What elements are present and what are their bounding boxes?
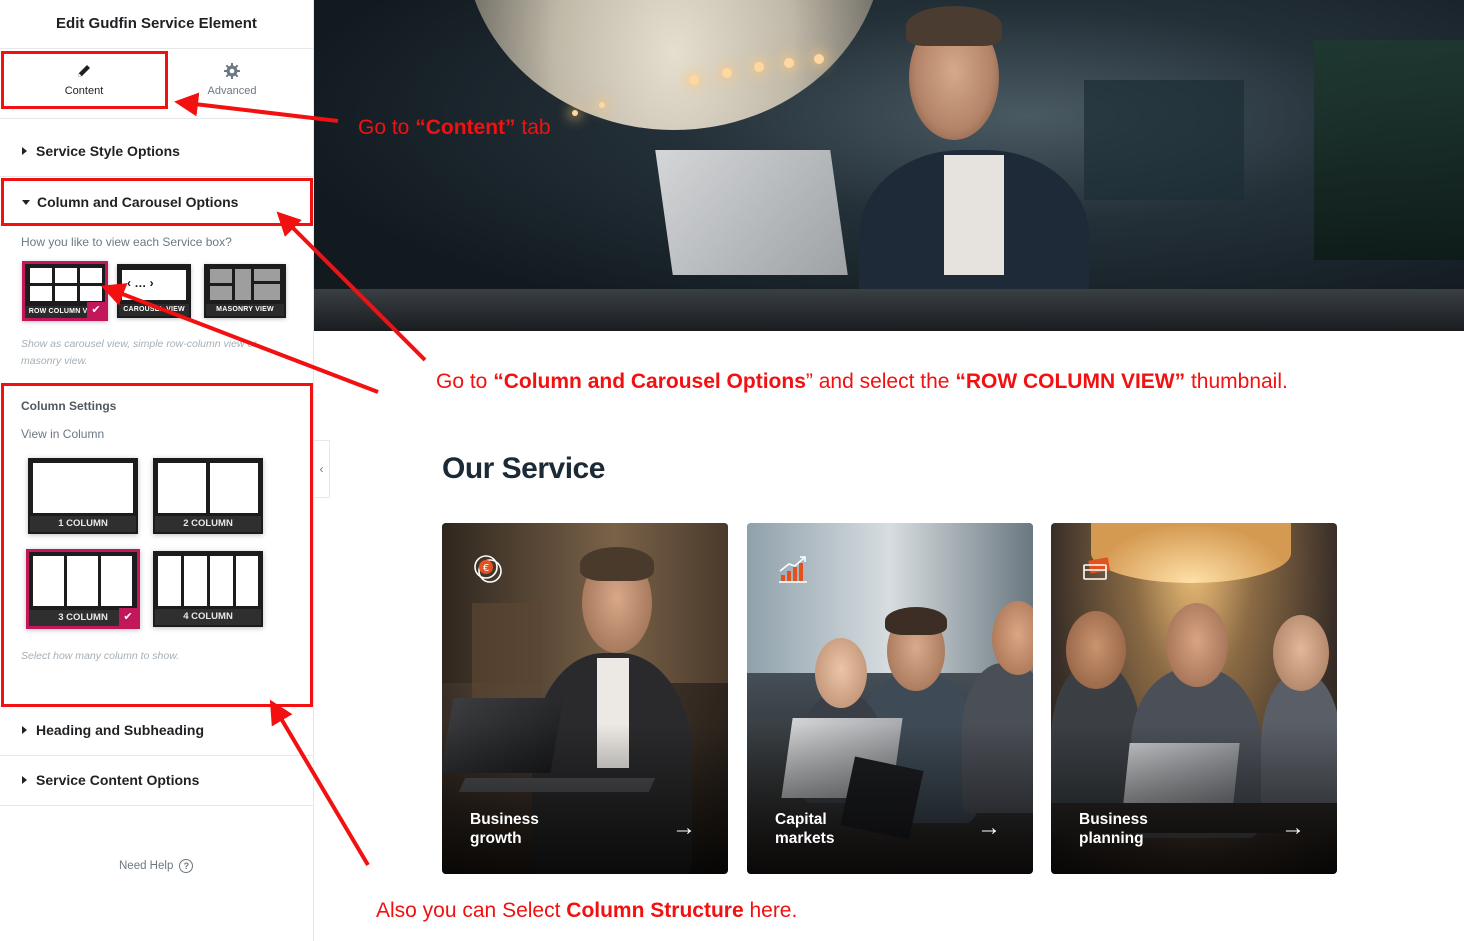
divider: [0, 118, 313, 119]
need-help-label: Need Help: [119, 860, 174, 872]
annotation-note-content-tab: Go to “Content” tab: [358, 116, 551, 139]
view-option-row-column[interactable]: ROW COLUMN VIEW ✔: [22, 261, 108, 321]
view-option-carousel[interactable]: ‹ … › CAROUSEL VIEW: [117, 264, 191, 318]
chart-growth-icon: [779, 556, 807, 583]
section-service-content[interactable]: Service Content Options: [0, 756, 313, 804]
section-label: Heading and Subheading: [36, 722, 205, 738]
coins-icon: €: [474, 555, 502, 583]
panel-title: Edit Gudfin Service Element: [0, 0, 313, 49]
caret-right-icon: [22, 147, 27, 155]
section-title: Our Service: [442, 452, 605, 485]
gear-icon: [224, 63, 240, 79]
tab-advanced-label: Advanced: [207, 85, 257, 97]
view-question-label: How you like to view each Service box?: [21, 235, 232, 249]
annotation-note-row-column: Go to “Column and Carousel Options” and …: [436, 370, 1288, 393]
svg-text:€: €: [483, 563, 489, 574]
need-help-link[interactable]: Need Help ?: [119, 859, 194, 873]
card-title: Capital markets: [775, 811, 835, 847]
arrow-right-icon[interactable]: →: [672, 816, 696, 840]
screenshot-root: Edit Gudfin Service Element Content Adva…: [0, 0, 1464, 941]
card-title: Business planning: [1079, 811, 1148, 847]
tab-advanced[interactable]: Advanced: [150, 52, 314, 108]
annotation-note-column-structure: Also you can Select Column Structure her…: [376, 899, 798, 922]
arrow-right-icon[interactable]: →: [1281, 816, 1305, 840]
section-label: Service Content Options: [36, 772, 200, 788]
section-service-style[interactable]: Service Style Options: [0, 127, 313, 175]
annotation-box-content-tab: [1, 51, 168, 109]
view-option-caption: MASONRY VIEW: [206, 304, 284, 316]
card-icon: [1083, 557, 1110, 580]
caret-right-icon: [22, 726, 27, 734]
caret-right-icon: [22, 776, 27, 784]
checkmark-icon: ✔: [87, 302, 105, 318]
section-heading-subheading[interactable]: Heading and Subheading: [0, 706, 313, 754]
divider: [0, 805, 313, 806]
service-card-business-growth[interactable]: € Business growth →: [442, 523, 728, 874]
divider: [0, 176, 313, 177]
panel-collapse-handle[interactable]: ‹: [314, 440, 330, 498]
annotation-box-column-carousel: [1, 178, 313, 226]
question-mark-icon: ?: [179, 859, 194, 873]
view-option-caption: CAROUSEL VIEW: [119, 304, 189, 316]
carousel-dots-icon: ‹ … ›: [127, 276, 154, 290]
view-hint: Show as carousel view, simple row-column…: [21, 338, 257, 367]
service-card-business-planning[interactable]: Business planning →: [1051, 523, 1337, 874]
arrow-right-icon[interactable]: →: [977, 816, 1001, 840]
service-card-capital-markets[interactable]: Capital markets →: [747, 523, 1033, 874]
section-label: Service Style Options: [36, 143, 180, 159]
annotation-box-column-settings: [1, 383, 313, 707]
card-title: Business growth: [470, 811, 539, 847]
hero-image: [314, 0, 1464, 331]
view-option-masonry[interactable]: MASONRY VIEW: [204, 264, 286, 318]
